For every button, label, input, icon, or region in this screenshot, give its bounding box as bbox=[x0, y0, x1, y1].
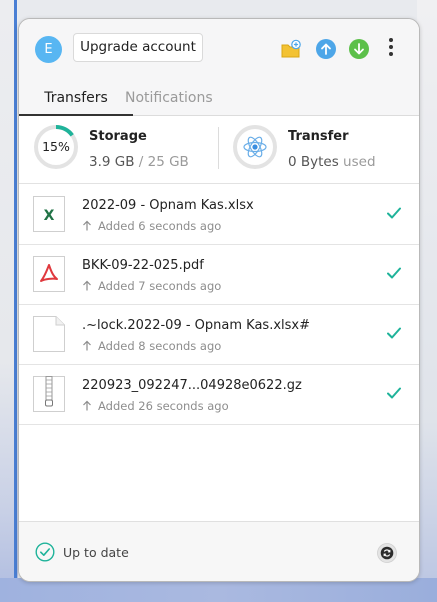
transfer-usage: 0 Bytes used bbox=[288, 154, 376, 170]
transfer-suffix: used bbox=[338, 154, 376, 170]
svg-text:X: X bbox=[44, 208, 55, 224]
stats-divider bbox=[218, 127, 219, 169]
file-status: Added 8 seconds ago bbox=[82, 339, 221, 353]
sync-toggle-icon[interactable] bbox=[377, 543, 397, 563]
file-status-text: Added 6 seconds ago bbox=[98, 219, 222, 233]
file-name: 220923_092247...04928e0622.gz bbox=[82, 378, 302, 393]
file-status-text: Added 8 seconds ago bbox=[98, 339, 222, 353]
upgrade-account-button[interactable]: Upgrade account bbox=[73, 33, 203, 62]
file-status: Added 7 seconds ago bbox=[82, 279, 221, 293]
file-status-text: Added 7 seconds ago bbox=[98, 279, 222, 293]
storage-separator: / bbox=[134, 154, 148, 170]
desktop-left-edge bbox=[0, 0, 18, 602]
upload-arrow-icon bbox=[83, 220, 91, 231]
excel-file-icon: X bbox=[33, 196, 65, 232]
file-name: .~lock.2022-09 - Opnam Kas.xlsx# bbox=[82, 318, 310, 333]
upload-icon[interactable] bbox=[316, 39, 336, 59]
up-to-date-check-icon bbox=[35, 542, 55, 562]
panel-header: E Upgrade account Transfers Notification… bbox=[19, 19, 419, 116]
storage-total: 25 GB bbox=[147, 154, 189, 170]
transfer-row[interactable]: BKK-09-22-025.pdf Added 7 seconds ago bbox=[19, 244, 419, 305]
transfer-row[interactable]: 220923_092247...04928e0622.gz Added 26 s… bbox=[19, 364, 419, 425]
archive-file-icon bbox=[33, 376, 65, 412]
complete-check-icon bbox=[387, 207, 401, 219]
upload-arrow-icon bbox=[83, 280, 91, 291]
upload-arrow-icon bbox=[83, 400, 91, 411]
file-status-text: Added 26 seconds ago bbox=[98, 399, 229, 413]
sync-panel: E Upgrade account Transfers Notification… bbox=[18, 18, 420, 582]
tab-notifications[interactable]: Notifications bbox=[125, 82, 235, 114]
desktop-right-edge bbox=[417, 0, 437, 602]
complete-check-icon bbox=[387, 387, 401, 399]
storage-usage: 3.9 GB / 25 GB bbox=[89, 154, 189, 170]
transfer-title: Transfer bbox=[288, 129, 349, 144]
panel-footer: Up to date bbox=[19, 521, 419, 581]
complete-check-icon bbox=[387, 327, 401, 339]
storage-title: Storage bbox=[89, 129, 147, 144]
stats-bar: 15% Storage 3.9 GB / 25 GB Transfer 0 By… bbox=[19, 115, 419, 184]
more-options-icon[interactable] bbox=[388, 38, 394, 60]
complete-check-icon bbox=[387, 267, 401, 279]
generic-file-icon bbox=[33, 316, 65, 352]
file-name: BKK-09-22-025.pdf bbox=[82, 258, 204, 273]
upload-arrow-icon bbox=[83, 340, 91, 351]
transfer-row[interactable]: .~lock.2022-09 - Opnam Kas.xlsx# Added 8… bbox=[19, 304, 419, 365]
folder-add-icon[interactable] bbox=[281, 39, 301, 59]
pdf-file-icon bbox=[33, 256, 65, 292]
file-status: Added 26 seconds ago bbox=[82, 399, 229, 413]
storage-percent-label: 15% bbox=[42, 139, 70, 154]
transfer-row[interactable]: X 2022-09 - Opnam Kas.xlsx Added 6 secon… bbox=[19, 184, 419, 245]
sync-status-text: Up to date bbox=[63, 545, 129, 560]
storage-used: 3.9 GB bbox=[89, 154, 135, 170]
transfer-amount: 0 Bytes bbox=[288, 154, 339, 170]
tab-transfers[interactable]: Transfers bbox=[19, 82, 133, 116]
download-icon[interactable] bbox=[349, 39, 369, 59]
file-status: Added 6 seconds ago bbox=[82, 219, 221, 233]
transfer-atom-icon bbox=[233, 125, 277, 169]
user-avatar[interactable]: E bbox=[35, 36, 62, 63]
file-name: 2022-09 - Opnam Kas.xlsx bbox=[82, 198, 254, 213]
